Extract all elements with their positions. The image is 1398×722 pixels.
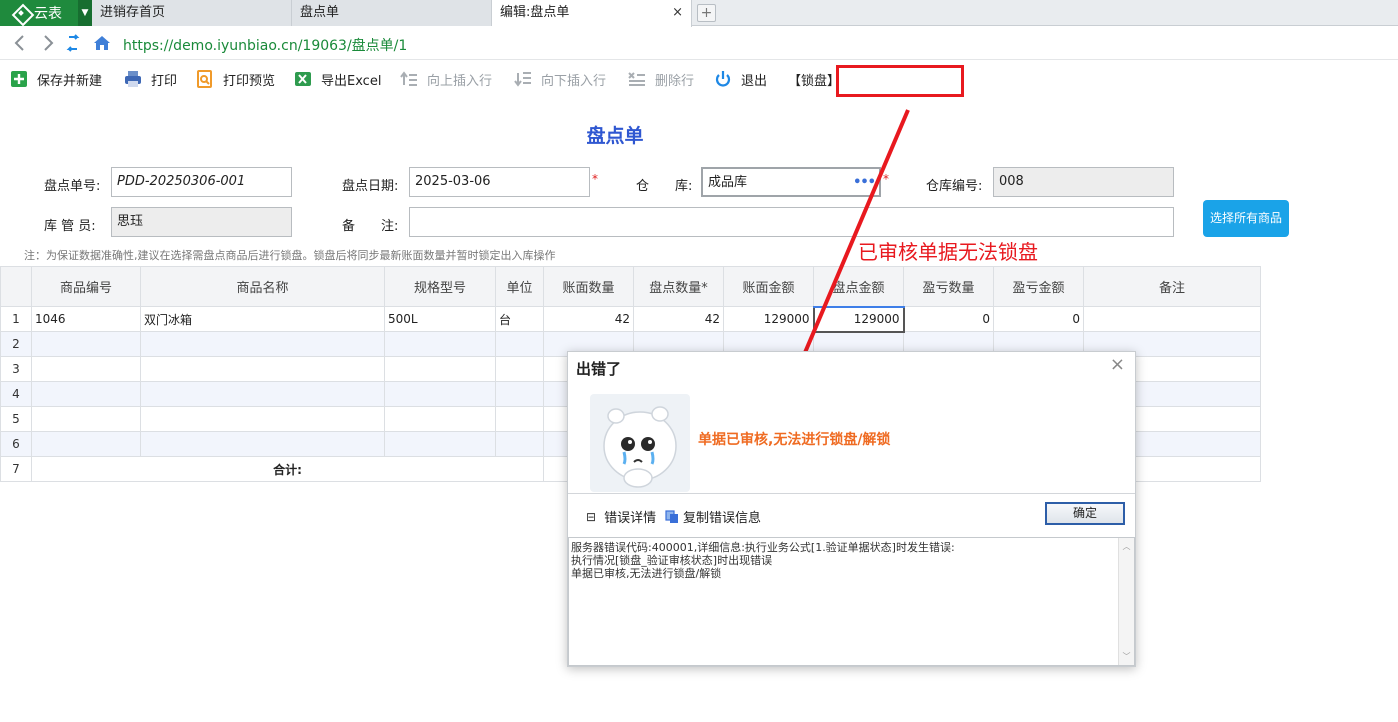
- copy-icon: [665, 509, 678, 523]
- close-icon[interactable]: ×: [1110, 354, 1125, 375]
- error-details-toggle[interactable]: ⊟ 错误详情: [586, 507, 657, 527]
- collapse-icon: ⊟: [586, 509, 597, 524]
- details-label: 错误详情: [604, 511, 657, 526]
- log-line: 服务器错误代码:400001,详细信息:执行业务公式[1.验证单据状态]时发生错…: [571, 541, 955, 554]
- error-dialog: 出错了 × 单据已审核,无法进行锁盘/解锁 ⊟ 错误详情 复制错误信息 确定 服…: [567, 351, 1136, 667]
- copy-error-button[interactable]: 复制错误信息: [665, 507, 761, 526]
- error-log-textarea[interactable]: 服务器错误代码:400001,详细信息:执行业务公式[1.验证单据状态]时发生错…: [568, 537, 1135, 666]
- log-line: 执行情况[锁盘_验证审核状态]时出现错误: [571, 554, 773, 567]
- copy-label: 复制错误信息: [683, 511, 762, 526]
- dialog-divider: [568, 493, 1135, 494]
- dialog-title: 出错了: [576, 360, 622, 378]
- log-scrollbar[interactable]: ︿ ﹀: [1118, 538, 1134, 665]
- error-message: 单据已审核,无法进行锁盘/解锁: [698, 432, 891, 448]
- log-line: 单据已审核,无法进行锁盘/解锁: [571, 567, 722, 580]
- app-window: 云表 ▼ 进销存首页 盘点单 编辑:盘点单 × + https://demo.i…: [0, 0, 1398, 722]
- crying-mascot-icon: [590, 394, 690, 492]
- ok-button[interactable]: 确定: [1045, 502, 1125, 525]
